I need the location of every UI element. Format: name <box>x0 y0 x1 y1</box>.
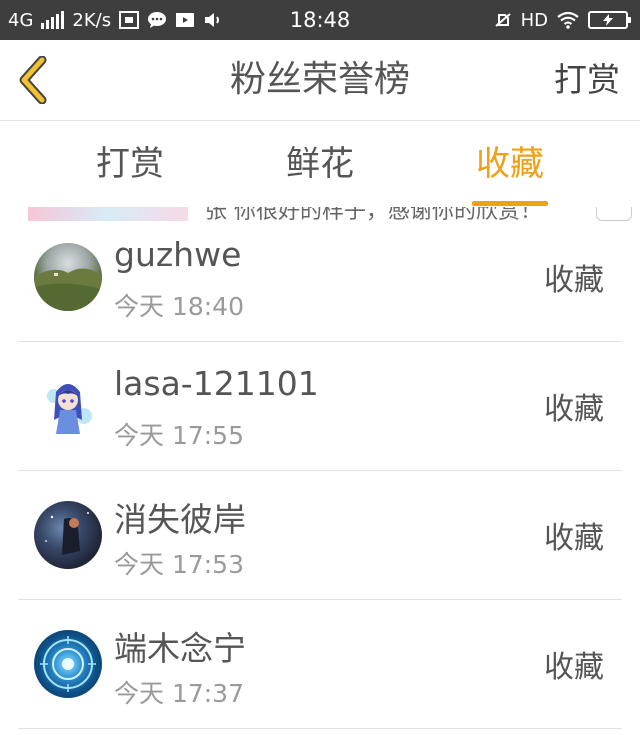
fan-list: guzhwe 今天 18:40 收藏 lasa-121101 今天 17:55 … <box>18 213 622 729</box>
page-title: 粉丝荣誉榜 <box>229 59 410 100</box>
fan-time: 今天 17:37 <box>114 679 244 708</box>
back-button[interactable] <box>14 55 54 105</box>
tab-flowers[interactable]: 鲜花 <box>260 121 380 207</box>
app-header: 粉丝荣誉榜 打赏 <box>0 40 640 121</box>
tab-favorites[interactable]: 收藏 <box>450 121 570 207</box>
list-item[interactable]: lasa-121101 今天 17:55 收藏 <box>18 342 622 471</box>
avatar[interactable] <box>34 630 102 698</box>
fan-name[interactable]: 端木念宁 <box>114 622 246 670</box>
fan-action-label: 收藏 <box>544 392 604 427</box>
battery-charging-icon <box>588 11 631 29</box>
status-bar: 4G 2K/s 18:48 HD <box>0 0 640 40</box>
status-right: HD <box>493 0 631 40</box>
list-item[interactable]: 消失彼岸 今天 17:53 收藏 <box>18 471 622 600</box>
avatar[interactable] <box>34 501 102 569</box>
fan-action-label: 收藏 <box>544 521 604 556</box>
wifi-icon <box>556 11 580 29</box>
avatar[interactable] <box>34 372 102 440</box>
fan-time: 今天 17:55 <box>114 421 244 450</box>
fan-name[interactable]: guzhwe <box>114 235 241 274</box>
list-item[interactable]: guzhwe 今天 18:40 收藏 <box>18 213 622 342</box>
fan-time: 今天 17:53 <box>114 550 244 579</box>
avatar[interactable] <box>34 243 102 311</box>
fan-action-label: 收藏 <box>544 650 604 685</box>
list-item[interactable]: 端木念宁 今天 17:37 收藏 <box>18 600 622 729</box>
active-tab-indicator <box>472 201 548 206</box>
hd-label: HD <box>520 9 548 31</box>
mute-vibrate-icon <box>493 11 513 29</box>
fan-time: 今天 18:40 <box>114 292 244 321</box>
tip-button[interactable]: 打赏 <box>554 40 620 120</box>
fan-action-label: 收藏 <box>544 263 604 298</box>
tab-bar: 打赏 鲜花 收藏 <box>0 121 640 208</box>
fan-name[interactable]: lasa-121101 <box>114 364 319 403</box>
tab-tip[interactable]: 打赏 <box>70 121 190 207</box>
fan-name[interactable]: 消失彼岸 <box>114 493 246 541</box>
chevron-left-icon <box>19 55 47 105</box>
